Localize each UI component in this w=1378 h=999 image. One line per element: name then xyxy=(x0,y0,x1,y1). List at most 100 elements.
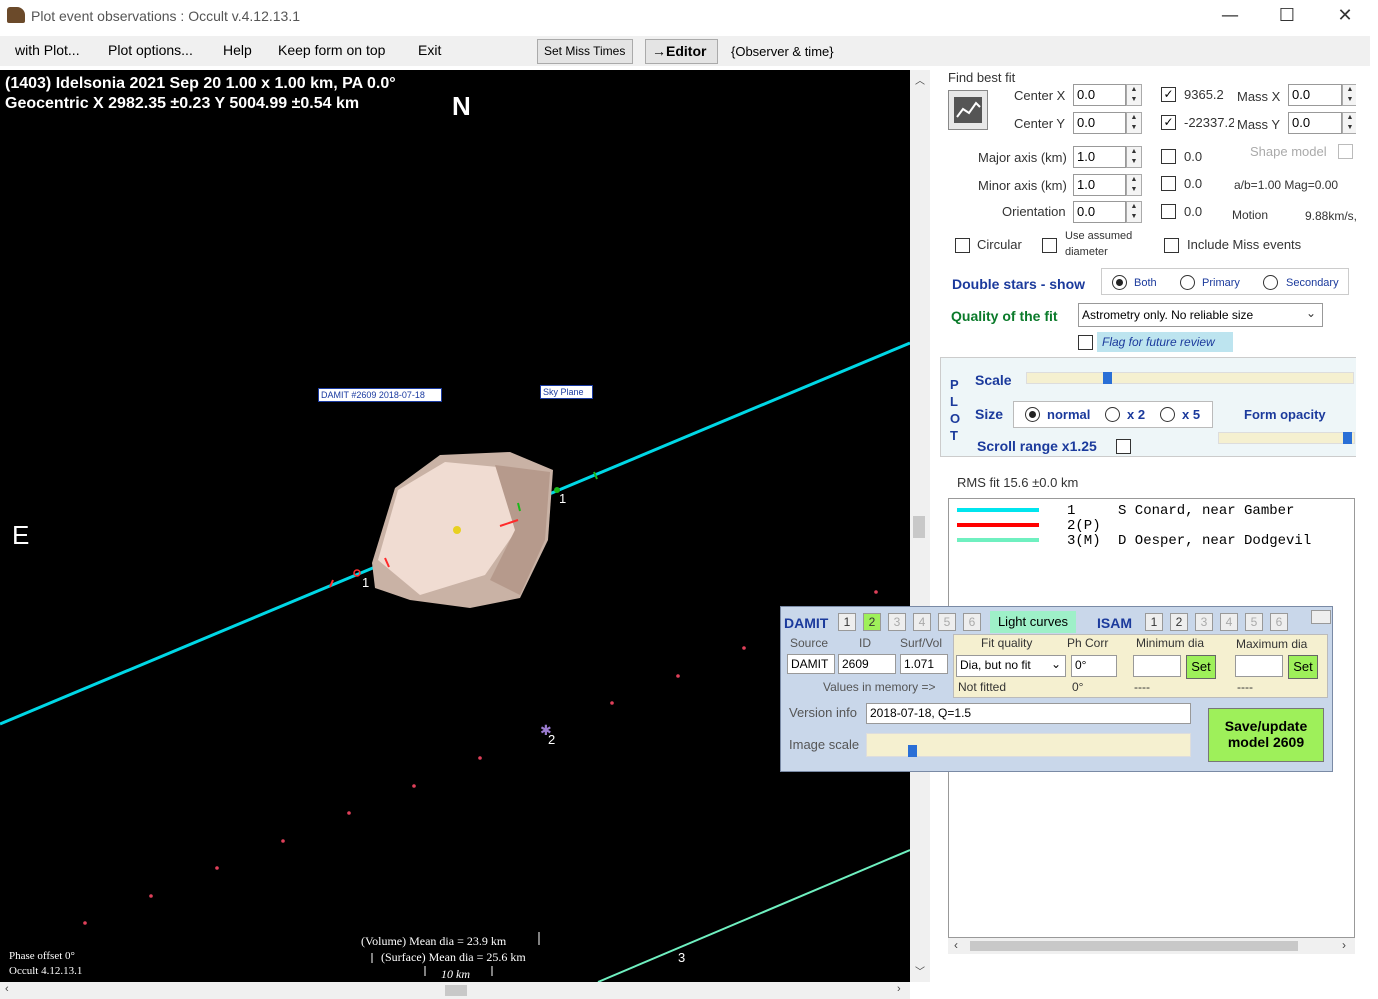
scroll-right-icon[interactable]: › xyxy=(897,983,901,995)
isam-model-2[interactable]: 2 xyxy=(1170,613,1188,631)
center-x-input[interactable]: 0.0 xyxy=(1073,84,1126,106)
find-best-fit-button[interactable] xyxy=(948,90,988,130)
light-curves-button[interactable]: Light curves xyxy=(990,611,1076,633)
fit-y-checkbox[interactable]: ✓ xyxy=(1161,115,1176,130)
opacity-slider-thumb[interactable] xyxy=(1343,432,1352,444)
scroll-left-icon[interactable]: ‹ xyxy=(954,938,958,952)
scale-label: Scale xyxy=(975,372,1012,388)
double-stars-label: Double stars - show xyxy=(952,276,1086,292)
fit-minor-checkbox[interactable] xyxy=(1161,176,1176,191)
damit-model-1[interactable]: 1 xyxy=(838,613,856,631)
isam-model-4[interactable]: 4 xyxy=(1220,613,1238,631)
observer-time-menu[interactable]: {Observer & time} xyxy=(731,44,834,59)
include-miss-checkbox[interactable] xyxy=(1164,238,1179,253)
observers-hscroll[interactable]: ‹ › xyxy=(948,938,1355,954)
flag-review-checkbox[interactable] xyxy=(1078,335,1093,350)
fit-quality-label: Fit quality xyxy=(981,636,1033,650)
hscroll-thumb[interactable] xyxy=(445,985,467,996)
editor-button[interactable]: →Editor xyxy=(645,39,718,64)
scroll-right-icon[interactable]: › xyxy=(1342,938,1346,952)
damit-model-4[interactable]: 4 xyxy=(913,613,931,631)
center-marker xyxy=(453,526,461,534)
north-label: N xyxy=(452,91,471,121)
center-x-label: Center X xyxy=(1014,88,1066,103)
quality-dropdown[interactable]: Astrometry only. No reliable size ⌄ xyxy=(1078,303,1323,327)
max-dia-field[interactable] xyxy=(1235,655,1283,677)
id-field: 2609 xyxy=(838,654,896,674)
damit-model-3[interactable]: 3 xyxy=(888,613,906,631)
maximize-button[interactable]: ☐ xyxy=(1264,2,1310,30)
diameter-label: diameter xyxy=(1065,246,1108,258)
mass-y-input[interactable]: 0.0 xyxy=(1288,112,1342,134)
major-axis-input[interactable]: 1.0 xyxy=(1073,146,1126,168)
min-dia-field[interactable] xyxy=(1133,655,1181,677)
phase-offset: Phase offset 0° xyxy=(9,950,75,962)
orientation-spinner[interactable]: ▲ ▼ xyxy=(1126,201,1142,223)
plot-vertical-scrollbar[interactable]: ︿ ﹀ xyxy=(910,70,930,982)
damit-model-2[interactable]: 2 xyxy=(863,613,881,631)
isam-model-6[interactable]: 6 xyxy=(1270,613,1288,631)
menu-help[interactable]: Help xyxy=(223,42,252,58)
size-x5-radio[interactable] xyxy=(1160,407,1175,422)
center-y-input[interactable]: 0.0 xyxy=(1073,112,1126,134)
motion-value: 9.88km/s, xyxy=(1305,209,1358,223)
size-x2-label: x 2 xyxy=(1127,407,1146,422)
scroll-range-label: Scroll range x1.25 xyxy=(977,438,1097,454)
chord-label: 1 xyxy=(362,575,370,590)
use-assumed-checkbox[interactable] xyxy=(1042,238,1057,253)
fit-x-checkbox[interactable]: ✓ xyxy=(1161,87,1176,102)
minimize-button[interactable]: — xyxy=(1207,2,1253,30)
minor-axis-spinner[interactable]: ▲ ▼ xyxy=(1126,174,1142,196)
scroll-left-icon[interactable]: ‹ xyxy=(5,983,9,995)
secondary-radio[interactable] xyxy=(1263,275,1278,290)
plot-canvas[interactable]: ✱ (1403) Idelsonia 2021 Sep 20 1.00 x 1.… xyxy=(0,70,910,982)
observers-hscroll-thumb[interactable] xyxy=(970,941,1298,951)
quality-label: Quality of the fit xyxy=(951,308,1058,324)
max-dia-set-button[interactable]: Set xyxy=(1288,655,1318,679)
scale-slider[interactable] xyxy=(1026,372,1354,384)
center-x-spinner[interactable]: ▲ ▼ xyxy=(1126,84,1142,106)
plot-horizontal-scrollbar[interactable]: ‹ › xyxy=(0,982,910,999)
scroll-up-icon[interactable]: ︿ xyxy=(915,72,925,87)
isam-model-1[interactable]: 1 xyxy=(1145,613,1163,631)
major-axis-spinner[interactable]: ▲ ▼ xyxy=(1126,146,1142,168)
image-scale-slider-thumb[interactable] xyxy=(908,745,917,757)
center-y-spinner[interactable]: ▲ ▼ xyxy=(1126,112,1142,134)
scroll-thumb[interactable] xyxy=(913,516,925,538)
minor-axis-input[interactable]: 1.0 xyxy=(1073,174,1126,196)
menu-exit[interactable]: Exit xyxy=(418,42,441,58)
fit-major-checkbox[interactable] xyxy=(1161,149,1176,164)
save-update-model-button[interactable]: Save/update model 2609 xyxy=(1208,708,1324,762)
orientation-input[interactable]: 0.0 xyxy=(1073,201,1126,223)
scale-slider-thumb[interactable] xyxy=(1103,372,1112,384)
scroll-down-icon[interactable]: ﹀ xyxy=(915,963,925,978)
primary-radio[interactable] xyxy=(1180,275,1195,290)
size-x2-radio[interactable] xyxy=(1105,407,1120,422)
both-label: Both xyxy=(1134,277,1157,289)
mass-x-input[interactable]: 0.0 xyxy=(1288,84,1342,106)
close-button[interactable]: ✕ xyxy=(1322,2,1368,30)
fit-orientation-checkbox[interactable] xyxy=(1161,204,1176,219)
damit-model-5[interactable]: 5 xyxy=(938,613,956,631)
shape-model-checkbox[interactable] xyxy=(1338,144,1353,159)
damit-close-button[interactable] xyxy=(1311,610,1331,624)
damit-model-6[interactable]: 6 xyxy=(963,613,981,631)
menu-with-plot[interactable]: with Plot... xyxy=(15,42,80,58)
set-miss-times-button[interactable]: Set Miss Times xyxy=(537,39,633,64)
isam-model-3[interactable]: 3 xyxy=(1195,613,1213,631)
menu-plot-options[interactable]: Plot options... xyxy=(108,42,193,58)
both-radio[interactable] xyxy=(1112,275,1127,290)
plot-svg: ✱ xyxy=(0,341,910,982)
ph-corr-field[interactable]: 0° xyxy=(1071,655,1117,677)
dot xyxy=(281,839,285,843)
secondary-label: Secondary xyxy=(1286,277,1339,289)
scroll-range-checkbox[interactable] xyxy=(1116,439,1131,454)
opacity-slider[interactable] xyxy=(1218,432,1355,444)
menu-keep-on-top[interactable]: Keep form on top xyxy=(278,42,385,58)
circular-checkbox[interactable] xyxy=(955,238,970,253)
isam-model-5[interactable]: 5 xyxy=(1245,613,1263,631)
damit-label: DAMIT xyxy=(784,615,829,631)
fit-quality-dropdown[interactable]: Dia, but no fit ⌄ xyxy=(956,655,1066,677)
size-normal-radio[interactable] xyxy=(1025,407,1040,422)
min-dia-set-button[interactable]: Set xyxy=(1186,655,1216,679)
